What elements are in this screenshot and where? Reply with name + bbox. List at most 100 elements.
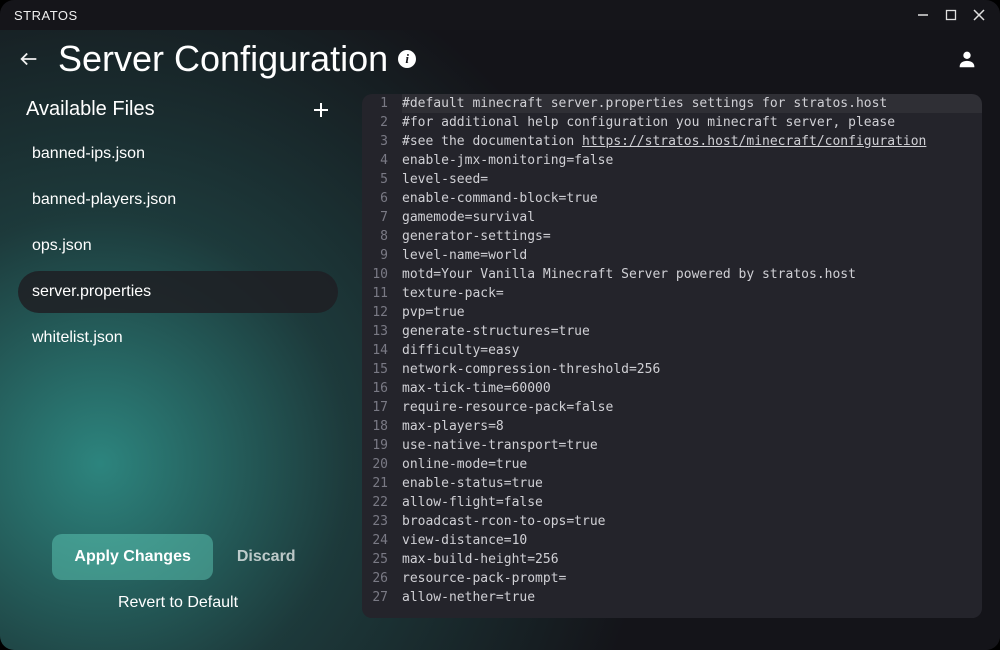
- minimize-icon[interactable]: [916, 8, 930, 22]
- line-content[interactable]: enable-command-block=true: [402, 189, 982, 208]
- line-number: 10: [362, 265, 402, 284]
- line-content[interactable]: #for additional help configuration you m…: [402, 113, 982, 132]
- editor-line[interactable]: 5level-seed=: [362, 170, 982, 189]
- line-number: 9: [362, 246, 402, 265]
- line-number: 3: [362, 132, 402, 151]
- line-number: 5: [362, 170, 402, 189]
- line-content[interactable]: allow-nether=true: [402, 588, 982, 607]
- file-item[interactable]: whitelist.json: [18, 317, 338, 359]
- line-number: 17: [362, 398, 402, 417]
- user-icon[interactable]: [956, 48, 980, 72]
- editor-line[interactable]: 27allow-nether=true: [362, 588, 982, 607]
- discard-button[interactable]: Discard: [229, 534, 304, 580]
- editor-line[interactable]: 13generate-structures=true: [362, 322, 982, 341]
- line-content[interactable]: difficulty=easy: [402, 341, 982, 360]
- line-content[interactable]: generator-settings=: [402, 227, 982, 246]
- editor-line[interactable]: 1#default minecraft server.properties se…: [362, 94, 982, 113]
- line-content[interactable]: pvp=true: [402, 303, 982, 322]
- line-number: 21: [362, 474, 402, 493]
- line-number: 7: [362, 208, 402, 227]
- editor-line[interactable]: 19use-native-transport=true: [362, 436, 982, 455]
- editor-line[interactable]: 8generator-settings=: [362, 227, 982, 246]
- sidebar: Available Files banned-ips.jsonbanned-pl…: [18, 94, 338, 618]
- line-number: 24: [362, 531, 402, 550]
- line-content[interactable]: level-seed=: [402, 170, 982, 189]
- editor-line[interactable]: 18max-players=8: [362, 417, 982, 436]
- line-number: 13: [362, 322, 402, 341]
- file-list: banned-ips.jsonbanned-players.jsonops.js…: [18, 133, 338, 520]
- editor-line[interactable]: 10motd=Your Vanilla Minecraft Server pow…: [362, 265, 982, 284]
- line-content[interactable]: #default minecraft server.properties set…: [402, 94, 982, 113]
- editor-line[interactable]: 12pvp=true: [362, 303, 982, 322]
- line-content[interactable]: allow-flight=false: [402, 493, 982, 512]
- line-content[interactable]: motd=Your Vanilla Minecraft Server power…: [402, 265, 982, 284]
- line-content[interactable]: #see the documentation https://stratos.h…: [402, 132, 982, 151]
- code-editor[interactable]: 1#default minecraft server.properties se…: [362, 94, 982, 618]
- file-item[interactable]: banned-players.json: [18, 179, 338, 221]
- back-arrow-icon[interactable]: [18, 48, 40, 70]
- file-item[interactable]: server.properties: [18, 271, 338, 313]
- editor-line[interactable]: 4enable-jmx-monitoring=false: [362, 151, 982, 170]
- page-title-text: Server Configuration: [58, 38, 388, 80]
- editor-line[interactable]: 24view-distance=10: [362, 531, 982, 550]
- add-file-icon[interactable]: [312, 101, 330, 119]
- line-content[interactable]: view-distance=10: [402, 531, 982, 550]
- editor-line[interactable]: 21enable-status=true: [362, 474, 982, 493]
- line-number: 18: [362, 417, 402, 436]
- apply-button[interactable]: Apply Changes: [52, 534, 212, 580]
- line-content[interactable]: online-mode=true: [402, 455, 982, 474]
- editor-line[interactable]: 17require-resource-pack=false: [362, 398, 982, 417]
- sidebar-header: Available Files: [18, 94, 338, 133]
- line-number: 27: [362, 588, 402, 607]
- maximize-icon[interactable]: [944, 8, 958, 22]
- line-number: 14: [362, 341, 402, 360]
- line-content[interactable]: level-name=world: [402, 246, 982, 265]
- close-icon[interactable]: [972, 8, 986, 22]
- editor-line[interactable]: 20online-mode=true: [362, 455, 982, 474]
- line-content[interactable]: use-native-transport=true: [402, 436, 982, 455]
- editor-line[interactable]: 16max-tick-time=60000: [362, 379, 982, 398]
- line-content[interactable]: texture-pack=: [402, 284, 982, 303]
- editor-line[interactable]: 15network-compression-threshold=256: [362, 360, 982, 379]
- editor-line[interactable]: 9level-name=world: [362, 246, 982, 265]
- line-number: 12: [362, 303, 402, 322]
- line-number: 20: [362, 455, 402, 474]
- line-number: 19: [362, 436, 402, 455]
- sidebar-title: Available Files: [26, 98, 155, 121]
- editor-line[interactable]: 3#see the documentation https://stratos.…: [362, 132, 982, 151]
- line-number: 22: [362, 493, 402, 512]
- editor-scroll[interactable]: 1#default minecraft server.properties se…: [362, 94, 982, 618]
- line-content[interactable]: generate-structures=true: [402, 322, 982, 341]
- line-content[interactable]: enable-status=true: [402, 474, 982, 493]
- line-number: 26: [362, 569, 402, 588]
- revert-button[interactable]: Revert to Default: [118, 594, 238, 612]
- editor-line[interactable]: 22allow-flight=false: [362, 493, 982, 512]
- line-number: 23: [362, 512, 402, 531]
- editor-line[interactable]: 25max-build-height=256: [362, 550, 982, 569]
- editor-line[interactable]: 26resource-pack-prompt=: [362, 569, 982, 588]
- line-content[interactable]: enable-jmx-monitoring=false: [402, 151, 982, 170]
- titlebar: STRATOS: [0, 0, 1000, 30]
- line-content[interactable]: max-players=8: [402, 417, 982, 436]
- line-number: 15: [362, 360, 402, 379]
- editor-line[interactable]: 14difficulty=easy: [362, 341, 982, 360]
- content-area: Server Configuration i Available Files b…: [0, 30, 1000, 650]
- line-content[interactable]: max-build-height=256: [402, 550, 982, 569]
- editor-line[interactable]: 7gamemode=survival: [362, 208, 982, 227]
- editor-line[interactable]: 11texture-pack=: [362, 284, 982, 303]
- line-number: 4: [362, 151, 402, 170]
- sidebar-actions: Apply Changes Discard Revert to Default: [18, 520, 338, 618]
- editor-line[interactable]: 6enable-command-block=true: [362, 189, 982, 208]
- file-item[interactable]: banned-ips.json: [18, 133, 338, 175]
- line-content[interactable]: require-resource-pack=false: [402, 398, 982, 417]
- info-icon[interactable]: i: [398, 50, 416, 68]
- app-window: STRATOS Server Configuration i: [0, 0, 1000, 650]
- line-content[interactable]: broadcast-rcon-to-ops=true: [402, 512, 982, 531]
- file-item[interactable]: ops.json: [18, 225, 338, 267]
- editor-line[interactable]: 23broadcast-rcon-to-ops=true: [362, 512, 982, 531]
- line-content[interactable]: network-compression-threshold=256: [402, 360, 982, 379]
- line-content[interactable]: resource-pack-prompt=: [402, 569, 982, 588]
- editor-line[interactable]: 2#for additional help configuration you …: [362, 113, 982, 132]
- line-content[interactable]: max-tick-time=60000: [402, 379, 982, 398]
- line-content[interactable]: gamemode=survival: [402, 208, 982, 227]
